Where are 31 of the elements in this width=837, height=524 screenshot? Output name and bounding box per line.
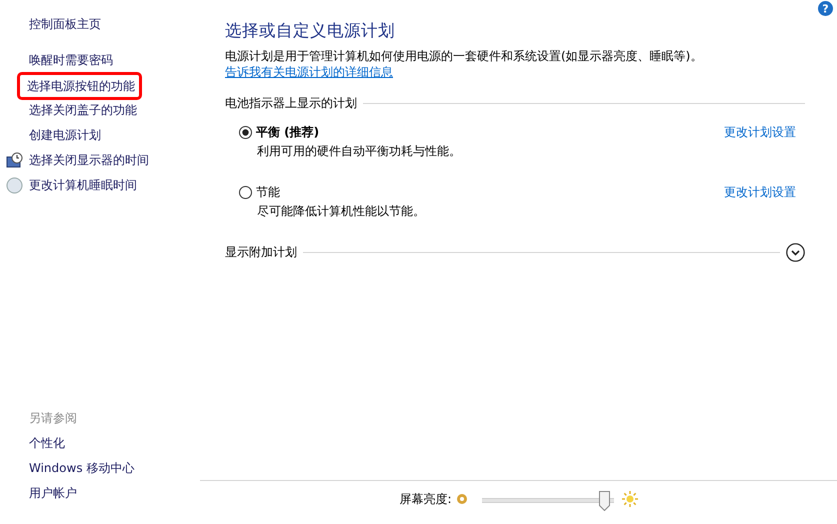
sidebar-link[interactable]: 更改计算机睡眠时间 (0, 173, 200, 198)
slider-thumb[interactable] (598, 491, 610, 511)
section-heading: 电池指示器上显示的计划 (225, 95, 357, 112)
plan-description: 尽可能降低计算机性能以节能。 (256, 203, 426, 220)
sidebar-link[interactable]: 创建电源计划 (0, 123, 200, 148)
dim-sun-icon (456, 493, 468, 505)
radio-button[interactable] (239, 186, 252, 199)
plan-name: 节能 (256, 184, 281, 201)
section-heading: 显示附加计划 (225, 244, 297, 261)
sidebar-link[interactable]: 个性化 (0, 431, 200, 456)
sidebar-link[interactable]: 选择关闭显示器的时间 (0, 148, 200, 173)
bright-sun-icon (622, 491, 638, 507)
sidebar-link[interactable]: Windows 移动中心 (0, 456, 200, 481)
sidebar-link[interactable]: 选择电源按钮的功能 (20, 75, 139, 97)
change-plan-link[interactable]: 更改计划设置 (724, 184, 796, 201)
see-also-heading: 另请参阅 (28, 410, 78, 427)
description: 电源计划是用于管理计算机如何使用电源的一套硬件和系统设置(如显示器亮度、睡眠等)。 告诉我有关电源计划的详细信息 (225, 48, 704, 80)
page-title: 选择或自定义电源计划 (225, 20, 396, 42)
help-icon[interactable]: ? (818, 1, 833, 16)
info-link[interactable]: 告诉我有关电源计划的详细信息 (225, 65, 393, 79)
clock-monitor-icon (6, 152, 23, 169)
plan-description: 利用可用的硬件自动平衡功耗与性能。 (256, 143, 462, 160)
brightness-label: 屏幕亮度: (399, 491, 452, 508)
expand-chevron-icon[interactable] (786, 243, 805, 262)
radio-button[interactable] (239, 126, 252, 139)
change-plan-link[interactable]: 更改计划设置 (724, 124, 796, 141)
sidebar-link[interactable]: 选择关闭盖子的功能 (0, 98, 200, 123)
sidebar-link[interactable]: 控制面板主页 (0, 12, 200, 37)
plan-name: 平衡 (推荐) (256, 124, 320, 141)
sidebar-link[interactable]: 用户帐户 (0, 481, 200, 506)
sidebar-link[interactable]: 唤醒时需要密码 (0, 48, 200, 73)
